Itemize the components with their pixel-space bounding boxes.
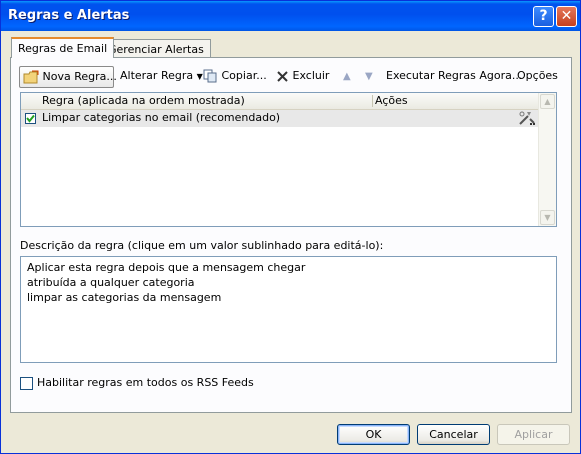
scroll-up-icon[interactable]: ▲ — [540, 94, 555, 109]
tools-icon[interactable] — [518, 110, 536, 129]
tab-email-rules[interactable]: Regras de Email — [11, 37, 115, 58]
arrow-up-icon: ▲ — [343, 71, 351, 82]
rule-description-label: Descrição da regra (clique em um valor s… — [20, 239, 384, 252]
arrow-down-icon: ▼ — [365, 71, 373, 82]
ok-button[interactable]: OK — [337, 424, 410, 445]
apply-button[interactable]: Aplicar — [497, 424, 570, 445]
column-actions[interactable]: Ações — [375, 94, 408, 107]
rule-enabled-checkbox[interactable] — [25, 113, 36, 124]
column-rule[interactable]: Regra (aplicada na ordem mostrada) — [42, 94, 245, 107]
description-line: atribuída a qualquer categoria — [27, 276, 195, 289]
scroll-down-icon[interactable]: ▼ — [540, 210, 555, 225]
dropdown-arrow-icon: ▼ — [196, 72, 203, 81]
delete-label: Excluir — [292, 69, 330, 82]
new-rule-label: Nova Regra... — [42, 70, 117, 83]
run-rules-now-button[interactable]: Executar Regras Agora... — [386, 66, 522, 88]
move-up-button[interactable]: ▲ — [343, 66, 351, 88]
dialog-title: Regras e Alertas — [8, 8, 130, 23]
move-down-button[interactable]: ▼ — [365, 66, 373, 88]
description-line: limpar as categorias da mensagem — [27, 291, 222, 304]
change-rule-menu[interactable]: Alterar Regra ▼ — [120, 66, 203, 88]
column-divider — [372, 95, 373, 107]
rules-list-header: Regra (aplicada na ordem mostrada) Ações — [21, 93, 540, 110]
rules-alerts-dialog: Regras e Alertas ? ✕ Gerenciar Alertas R… — [0, 0, 581, 454]
rules-list-scrollbar[interactable]: ▲ ▼ — [538, 93, 556, 226]
rss-rules-checkbox[interactable] — [20, 377, 33, 390]
description-line: Aplicar esta regra depois que a mensagem… — [27, 261, 306, 274]
delete-rule-button[interactable]: Excluir — [276, 66, 329, 88]
copy-label: Copiar... — [221, 69, 267, 82]
change-rule-label: Alterar Regra — [120, 69, 194, 82]
close-button[interactable]: ✕ — [556, 6, 577, 27]
rule-description-box[interactable]: Aplicar esta regra depois que a mensagem… — [20, 256, 557, 363]
cancel-button[interactable]: Cancelar — [417, 424, 490, 445]
help-button[interactable]: ? — [533, 6, 554, 27]
copy-icon — [203, 69, 217, 83]
options-button[interactable]: Opções — [517, 66, 558, 88]
new-rule-button[interactable]: Nova Regra... — [19, 66, 117, 88]
rules-toolbar: Nova Regra... Alterar Regra ▼ Copiar... … — [19, 66, 558, 88]
title-bar[interactable]: Regras e Alertas ? ✕ — [1, 1, 580, 31]
checkmark-icon — [26, 114, 35, 123]
rss-rules-label: Habilitar regras em todos os RSS Feeds — [37, 376, 254, 389]
delete-x-icon — [277, 70, 288, 82]
copy-rule-button[interactable]: Copiar... — [203, 66, 267, 88]
rules-list: Regra (aplicada na ordem mostrada) Ações… — [20, 92, 557, 227]
rule-row[interactable]: Limpar categorias no email (recomendado) — [21, 110, 540, 127]
tab-manage-alerts[interactable]: Gerenciar Alertas — [101, 39, 211, 57]
new-rule-icon — [23, 70, 39, 84]
rule-name: Limpar categorias no email (recomendado) — [42, 111, 281, 124]
